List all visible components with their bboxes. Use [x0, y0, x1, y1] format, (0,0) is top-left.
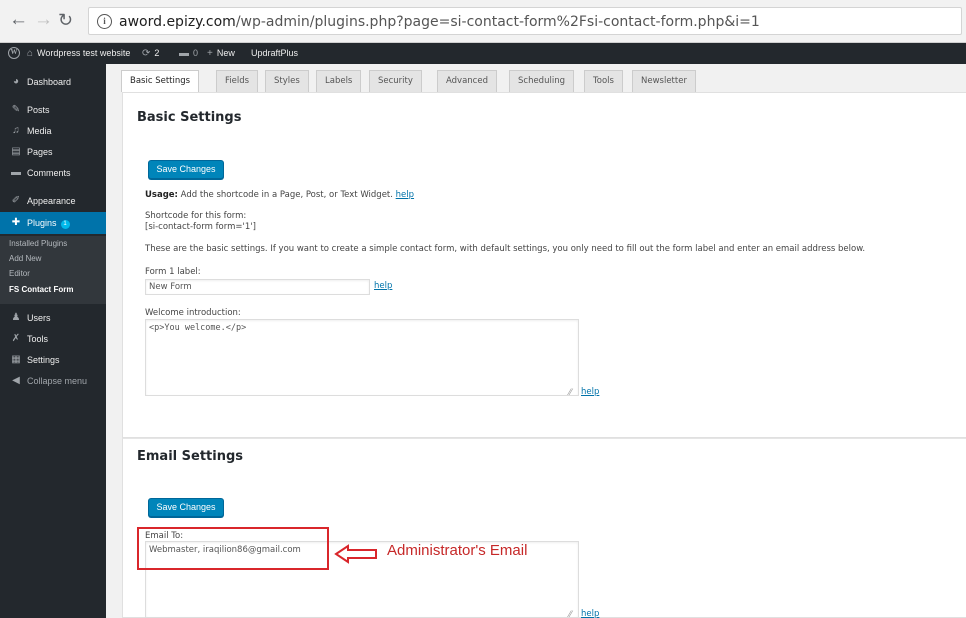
email-help-link[interactable]: help — [581, 609, 599, 618]
sidebar-item-posts[interactable]: ✎ Posts — [0, 100, 106, 120]
basic-settings-panel: Basic Settings Save Changes Usage: Add t… — [122, 92, 966, 438]
plugins-update-badge: 1 — [60, 220, 70, 229]
sidebar-item-label: Pages — [27, 147, 53, 157]
form-label-help-link[interactable]: help — [374, 281, 392, 291]
url-host: aword.epizy.com — [119, 14, 236, 30]
tab-fields[interactable]: Fields — [216, 70, 259, 92]
welcome-intro-label: Welcome introduction: — [145, 308, 241, 318]
url-path: /wp-admin/plugins.php?page=si-contact-fo… — [235, 14, 760, 30]
home-icon: ⌂ — [27, 48, 34, 59]
address-bar[interactable]: i aword.epizy.com/wp-admin/plugins.php?p… — [88, 7, 962, 35]
comment-icon: ▬ — [179, 48, 189, 59]
sidebar-item-tools[interactable]: ✗ Tools — [0, 329, 106, 349]
admin-bar-comments[interactable]: ▬ 0 — [179, 43, 198, 64]
reload-icon[interactable]: ↻ — [58, 9, 73, 31]
admin-bar-site[interactable]: ⌂ Wordpress test website — [27, 43, 130, 64]
wp-admin-bar: W ⌂ Wordpress test website ⟳ 2 ▬ 0 + New Upd… — [0, 43, 966, 64]
wordpress-logo-icon[interactable]: W — [8, 47, 20, 59]
welcome-help-link[interactable]: help — [581, 387, 599, 397]
tab-scheduling[interactable]: Scheduling — [509, 70, 574, 92]
update-icon: ⟳ — [142, 48, 151, 59]
annotation-arrow-icon — [334, 544, 377, 564]
updates-count: 2 — [154, 48, 160, 58]
pages-icon: ▤ — [11, 146, 21, 157]
usage-help-link[interactable]: help — [396, 190, 414, 200]
media-icon: ♫ — [12, 125, 20, 136]
tab-basic-settings[interactable]: Basic Settings — [121, 70, 200, 93]
annotation-label: Administrator's Email — [387, 542, 528, 559]
sidebar-item-label: Posts — [27, 105, 50, 115]
email-save-changes-button[interactable]: Save Changes — [148, 498, 224, 517]
url-text[interactable]: aword.epizy.com/wp-admin/plugins.php?pag… — [119, 14, 760, 30]
sidebar-item-label: Comments — [27, 168, 71, 178]
sidebar-item-label: Appearance — [27, 196, 76, 206]
admin-bar-updraftplus[interactable]: UpdraftPlus — [251, 43, 298, 64]
submenu-add-new[interactable]: Add New — [9, 254, 41, 263]
plugin-icon: ✚ — [11, 217, 21, 228]
resize-grip-icon[interactable]: ⁄⁄ — [569, 387, 572, 397]
sidebar-item-label: Plugins 1 — [27, 212, 70, 234]
save-changes-button[interactable]: Save Changes — [148, 160, 224, 179]
info-icon[interactable]: i — [97, 14, 112, 29]
tab-styles[interactable]: Styles — [265, 70, 309, 92]
sidebar-item-label: Dashboard — [27, 77, 72, 87]
form-label-input[interactable]: New Form — [145, 279, 370, 295]
forward-arrow-icon[interactable]: → — [34, 9, 53, 31]
pushpin-icon: ✎ — [11, 104, 21, 115]
dashboard-icon: ◕ — [12, 76, 20, 87]
welcome-intro-textarea[interactable]: <p>You welcome.</p> — [145, 319, 579, 396]
sidebar-item-media[interactable]: ♫ Media — [0, 121, 106, 141]
sidebar-item-plugins[interactable]: ✚ Plugins 1 — [0, 212, 106, 234]
shortcode-value: [si-contact-form form='1'] — [145, 222, 256, 232]
tab-tools[interactable]: Tools — [584, 70, 623, 92]
paintbrush-icon: ✐ — [11, 195, 21, 206]
sidebar-item-label: Media — [27, 126, 52, 136]
sidebar-item-pages[interactable]: ▤ Pages — [0, 142, 106, 162]
form-label-label: Form 1 label: — [145, 267, 201, 277]
tab-security[interactable]: Security — [369, 70, 422, 92]
sidebar-item-dashboard[interactable]: ◕ Dashboard — [0, 72, 106, 92]
collapse-icon: ◀ — [12, 375, 20, 386]
tab-advanced[interactable]: Advanced — [437, 70, 497, 92]
comment-icon: ▬ — [11, 167, 21, 178]
sidebar-item-label: Tools — [27, 334, 49, 344]
wrench-icon: ✗ — [11, 333, 21, 344]
admin-sidebar: ◕ Dashboard ✎ Posts ♫ Media ▤ Pages ▬ Co… — [0, 64, 106, 618]
admin-bar-updates[interactable]: ⟳ 2 — [142, 43, 159, 64]
sidebar-collapse-menu[interactable]: ◀ Collapse menu — [0, 371, 106, 391]
sidebar-item-comments[interactable]: ▬ Comments — [0, 163, 106, 183]
shortcode-label: Shortcode for this form: — [145, 211, 247, 221]
submenu-fs-contact-form[interactable]: FS Contact Form — [9, 285, 73, 294]
plugins-label: Plugins — [27, 218, 57, 228]
submenu-editor[interactable]: Editor — [9, 269, 30, 278]
plugins-submenu: Installed Plugins Add New Editor FS Cont… — [0, 236, 106, 304]
resize-grip-icon[interactable]: ⁄⁄ — [569, 609, 572, 618]
usage-label: Usage: — [145, 190, 178, 200]
email-settings-title: Email Settings — [137, 449, 243, 464]
usage-description: Add the shortcode in a Page, Post, or Te… — [180, 190, 393, 200]
new-label: New — [216, 48, 235, 58]
tab-labels[interactable]: Labels — [316, 70, 362, 92]
usage-text: Usage: Add the shortcode in a Page, Post… — [145, 190, 414, 200]
sidebar-item-users[interactable]: ♟ Users — [0, 308, 106, 328]
basic-settings-title: Basic Settings — [137, 110, 242, 125]
plus-icon: + — [207, 48, 213, 59]
settings-tabs: Basic Settings Fields Styles Labels Secu… — [106, 64, 966, 93]
sidebar-item-label: Users — [27, 313, 51, 323]
users-icon: ♟ — [11, 312, 21, 323]
site-name: Wordpress test website — [37, 48, 131, 58]
settings-icon: ▦ — [11, 354, 21, 365]
back-arrow-icon[interactable]: ← — [9, 9, 28, 31]
comments-count: 0 — [193, 48, 199, 58]
annotation-highlight-box — [137, 527, 329, 570]
sidebar-item-settings[interactable]: ▦ Settings — [0, 350, 106, 370]
sidebar-item-appearance[interactable]: ✐ Appearance — [0, 191, 106, 211]
basic-description: These are the basic settings. If you wan… — [145, 244, 866, 254]
sidebar-item-label: Collapse menu — [27, 376, 88, 386]
browser-toolbar: ← → ↻ i aword.epizy.com/wp-admin/plugins… — [0, 0, 966, 43]
tab-newsletter[interactable]: Newsletter — [632, 70, 696, 92]
sidebar-item-label: Settings — [27, 355, 60, 365]
submenu-installed-plugins[interactable]: Installed Plugins — [9, 239, 67, 248]
admin-bar-new[interactable]: + New — [207, 43, 235, 64]
